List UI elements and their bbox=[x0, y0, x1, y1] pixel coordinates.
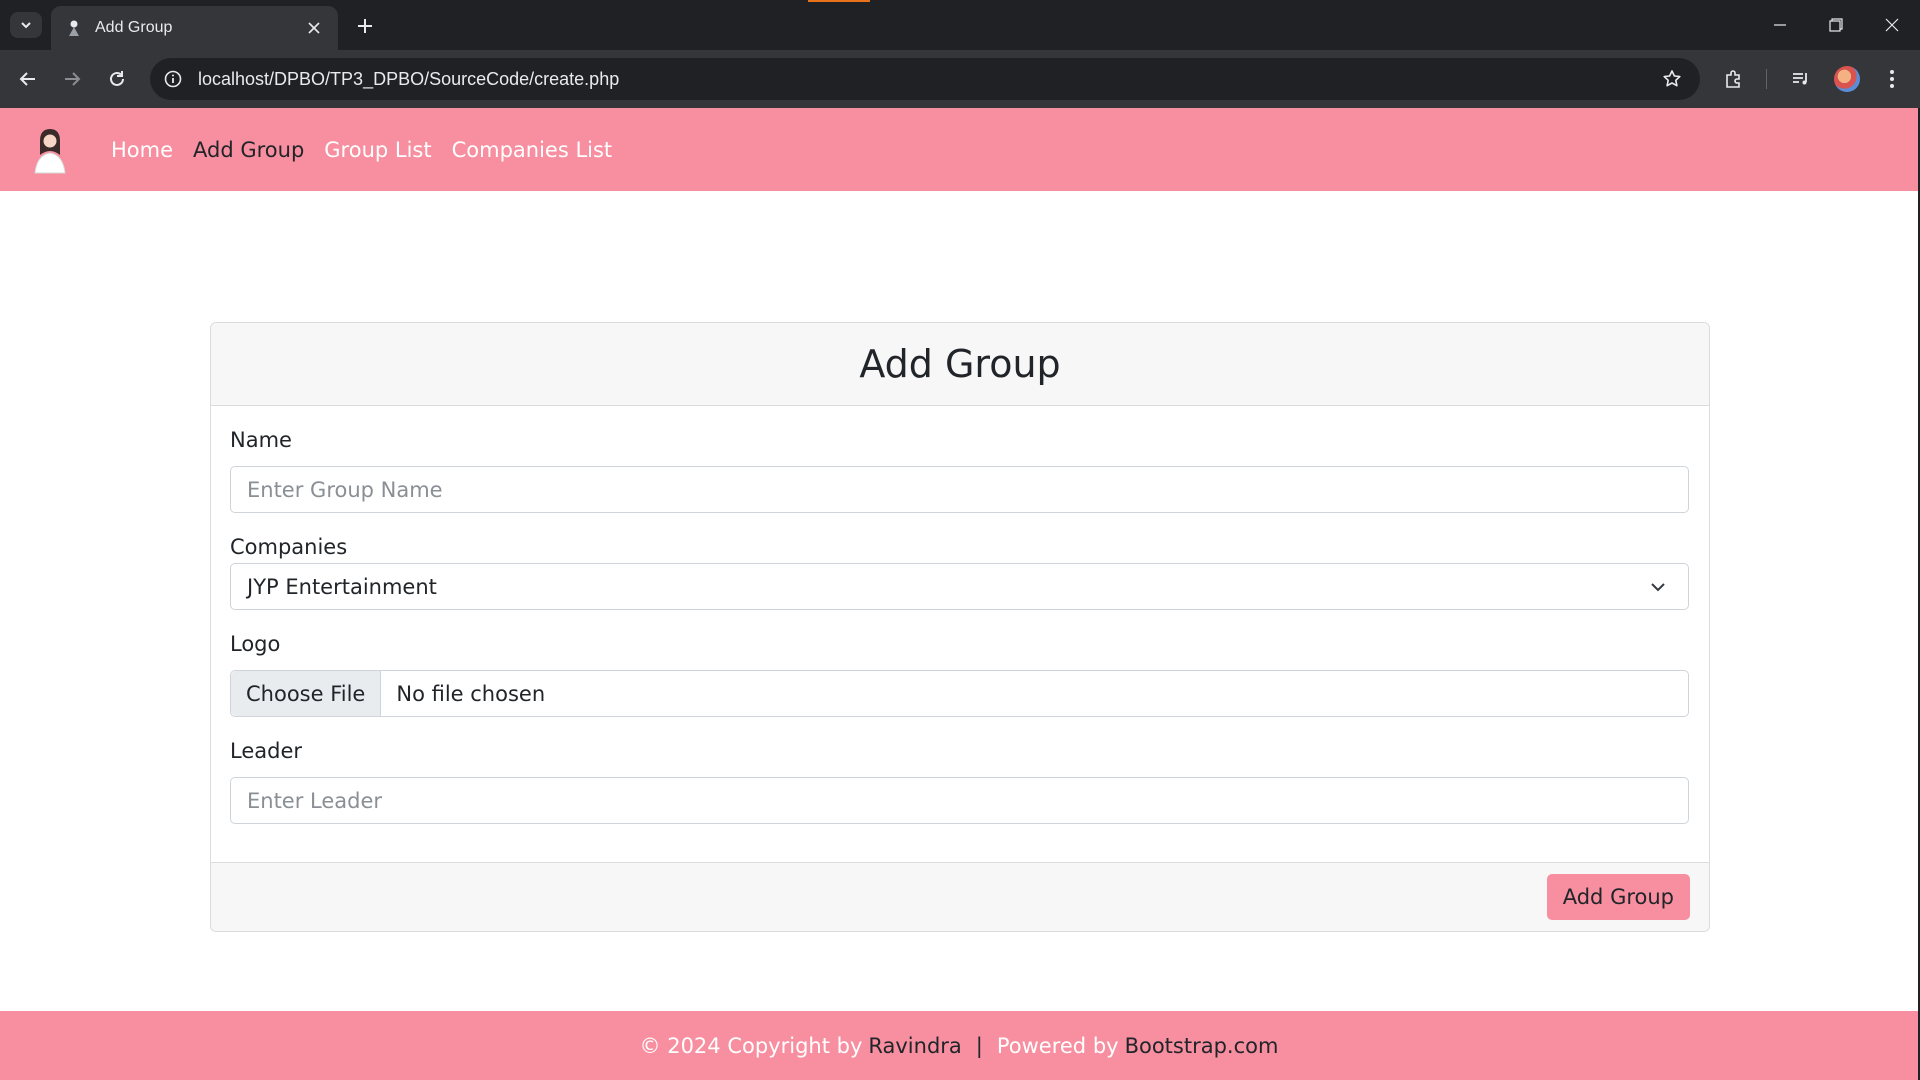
minimize-icon bbox=[1774, 24, 1786, 26]
extensions-button[interactable] bbox=[1718, 63, 1750, 95]
chrome-menu-button[interactable] bbox=[1876, 63, 1908, 95]
profile-button[interactable] bbox=[1831, 63, 1863, 95]
plus-icon bbox=[358, 19, 372, 33]
companies-label: Companies bbox=[230, 535, 348, 559]
reload-button[interactable] bbox=[101, 63, 133, 95]
chevron-down-icon bbox=[1646, 575, 1670, 599]
file-status-text: No file chosen bbox=[396, 681, 546, 706]
close-icon bbox=[1885, 18, 1899, 32]
footer-powered: Powered by bbox=[996, 1033, 1119, 1058]
group-name-placeholder: Enter Group Name bbox=[247, 477, 443, 502]
leader-label: Leader bbox=[230, 739, 303, 763]
logo-file-input[interactable]: Choose File No file chosen bbox=[230, 670, 1689, 717]
browser-toolbar: localhost/DPBO/TP3_DPBO/SourceCode/creat… bbox=[0, 50, 1920, 108]
nav-link-home[interactable]: Home bbox=[111, 138, 173, 162]
toolbar-divider bbox=[1766, 69, 1767, 89]
card-header: Add Group bbox=[211, 323, 1709, 406]
media-indicator bbox=[808, 0, 870, 2]
companies-selected-value: JYP Entertainment bbox=[247, 574, 437, 599]
add-group-form: Name Enter Group Name Companies JYP Ente… bbox=[211, 406, 1709, 864]
media-controls-button[interactable] bbox=[1785, 63, 1817, 95]
address-bar[interactable]: localhost/DPBO/TP3_DPBO/SourceCode/creat… bbox=[150, 58, 1700, 100]
browser-tabstrip: Add Group bbox=[0, 0, 1920, 50]
footer-author-link[interactable]: Ravindra bbox=[868, 1034, 961, 1058]
footer-bootstrap-link[interactable]: Bootstrap.com bbox=[1125, 1034, 1279, 1058]
profile-avatar bbox=[1834, 66, 1860, 92]
arrow-left-icon bbox=[19, 72, 35, 86]
bookmark-star-icon[interactable] bbox=[1656, 63, 1688, 95]
site-footer: © 2024 Copyright by Ravindra | Powered b… bbox=[0, 1011, 1918, 1080]
card-footer: Add Group bbox=[211, 862, 1709, 931]
more-vertical-icon bbox=[1890, 70, 1894, 88]
site-navbar: Home Add Group Group List Companies List bbox=[0, 108, 1918, 191]
browser-tab-active[interactable]: Add Group bbox=[51, 6, 338, 50]
nav-link-companies-list[interactable]: Companies List bbox=[452, 138, 613, 162]
close-window-button[interactable] bbox=[1864, 0, 1920, 50]
brand-avatar-icon bbox=[34, 128, 66, 173]
nav-links: Home Add Group Group List Companies List bbox=[111, 138, 632, 162]
logo-label: Logo bbox=[230, 632, 281, 656]
arrow-right-icon bbox=[65, 72, 81, 86]
nav-link-group-list[interactable]: Group List bbox=[324, 138, 431, 162]
brand-logo[interactable] bbox=[25, 125, 75, 175]
tab-search-button[interactable] bbox=[10, 12, 42, 38]
back-button[interactable] bbox=[12, 63, 44, 95]
nav-link-add-group[interactable]: Add Group bbox=[193, 138, 304, 162]
page-viewport: Home Add Group Group List Companies List… bbox=[0, 108, 1920, 1080]
forward-button[interactable] bbox=[56, 63, 88, 95]
favicon-icon bbox=[65, 19, 83, 37]
restore-icon bbox=[1829, 18, 1843, 32]
add-group-submit-button[interactable]: Add Group bbox=[1546, 874, 1690, 920]
group-name-input[interactable]: Enter Group Name bbox=[230, 466, 1689, 513]
choose-file-button[interactable]: Choose File bbox=[231, 671, 382, 716]
close-tab-icon[interactable] bbox=[304, 18, 324, 38]
url-text[interactable]: localhost/DPBO/TP3_DPBO/SourceCode/creat… bbox=[198, 69, 1656, 90]
tab-title: Add Group bbox=[95, 19, 173, 36]
page-title: Add Group bbox=[859, 342, 1061, 386]
minimize-button[interactable] bbox=[1752, 0, 1808, 50]
name-label: Name bbox=[230, 428, 292, 452]
leader-input[interactable]: Enter Leader bbox=[230, 777, 1689, 824]
chevron-down-icon bbox=[21, 22, 31, 29]
companies-select[interactable]: JYP Entertainment bbox=[230, 563, 1689, 610]
playlist-icon bbox=[1793, 73, 1807, 85]
window-controls bbox=[1752, 0, 1920, 50]
footer-copyright: © 2024 Copyright by bbox=[639, 1033, 863, 1058]
add-group-card: Add Group Name Enter Group Name Companie… bbox=[210, 322, 1710, 932]
new-tab-button[interactable] bbox=[352, 13, 378, 39]
restore-button[interactable] bbox=[1808, 0, 1864, 50]
puzzle-icon bbox=[1726, 70, 1740, 88]
site-info-icon[interactable] bbox=[162, 68, 184, 90]
footer-separator: | bbox=[975, 1033, 983, 1058]
reload-icon bbox=[110, 71, 124, 86]
leader-placeholder: Enter Leader bbox=[247, 788, 383, 813]
